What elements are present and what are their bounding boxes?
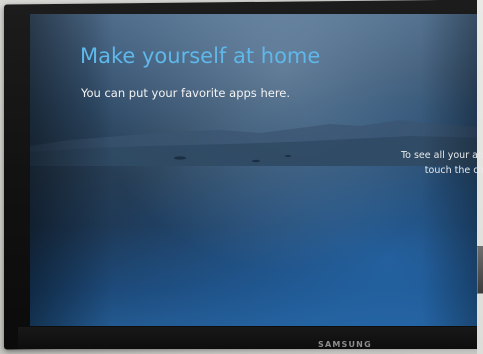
- photo-scene: SAMSUNG Make yourself at home You can pu…: [0, 0, 483, 354]
- all-apps-hint: To see all your app touch the circ: [378, 148, 483, 178]
- welcome-subtitle: You can put your favorite apps here.: [81, 86, 291, 100]
- all-apps-button-edge[interactable]: [477, 246, 483, 294]
- monitor-bezel-bottom: [18, 327, 483, 349]
- hint-line: touch the circ: [424, 165, 483, 176]
- welcome-title: Make yourself at home: [80, 44, 321, 68]
- hint-line: To see all your app: [400, 150, 483, 161]
- home-screen[interactable]: Make yourself at home You can put your f…: [30, 14, 483, 326]
- monitor-brand-logo: SAMSUNG: [318, 340, 372, 349]
